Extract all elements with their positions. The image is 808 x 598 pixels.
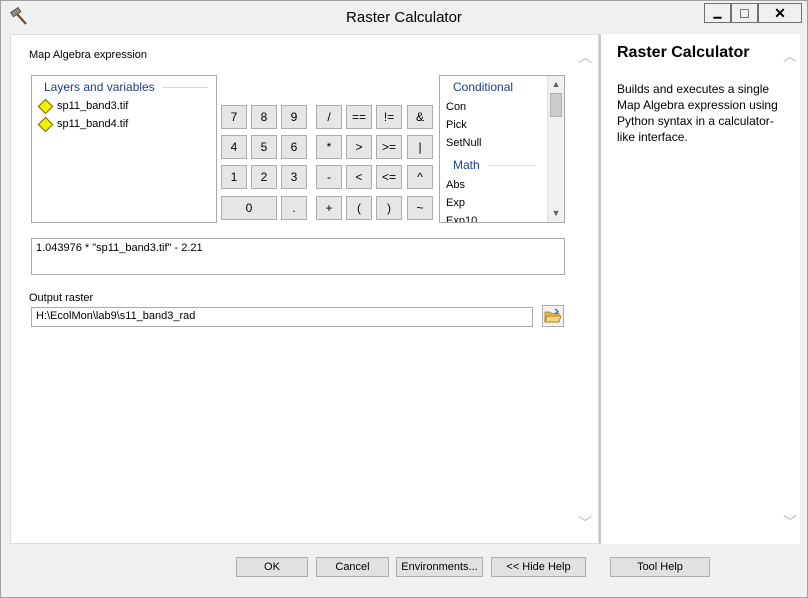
window-title: Raster Calculator xyxy=(346,9,462,26)
expression-textarea[interactable]: 1.043976 * "sp11_band3.tif" - 2.21 xyxy=(31,238,565,275)
key-2[interactable]: 2 xyxy=(251,165,277,189)
output-raster-input[interactable]: H:\EcolMon\lab9\s11_band3_rad xyxy=(31,307,533,327)
scroll-down-arrow-icon[interactable]: ▼ xyxy=(548,205,564,221)
key-not-equal[interactable]: != xyxy=(376,105,402,129)
function-exp10[interactable]: Exp10 xyxy=(446,215,477,222)
function-setnull[interactable]: SetNull xyxy=(446,137,481,149)
raster-layer-icon xyxy=(37,98,54,114)
layer-label: sp11_band3.tif xyxy=(57,100,129,112)
layers-list[interactable]: Layers and variables sp11_band3.tif sp11… xyxy=(31,75,217,223)
layer-item-band4[interactable]: sp11_band4.tif xyxy=(37,116,129,132)
functions-scrollbar[interactable]: ▲ ▼ xyxy=(547,76,564,222)
key-not[interactable]: ~ xyxy=(407,196,433,220)
key-minus[interactable]: - xyxy=(316,165,342,189)
tool-help-button[interactable]: Tool Help xyxy=(610,557,710,577)
key-xor[interactable]: ^ xyxy=(407,165,433,189)
maximize-button[interactable]: □ xyxy=(731,3,758,23)
divider xyxy=(162,87,208,88)
environments-button[interactable]: Environments... xyxy=(396,557,483,577)
key-less[interactable]: < xyxy=(346,165,372,189)
layers-header: Layers and variables xyxy=(44,80,155,94)
ok-button[interactable]: OK xyxy=(236,557,308,577)
key-4[interactable]: 4 xyxy=(221,135,247,159)
output-raster-label: Output raster xyxy=(29,292,94,304)
key-7[interactable]: 7 xyxy=(221,105,247,129)
math-header: Math xyxy=(453,158,480,172)
functions-list[interactable]: Conditional Con Pick SetNull Math Abs Ex… xyxy=(439,75,565,223)
open-folder-icon xyxy=(544,308,562,323)
key-decimal[interactable]: . xyxy=(281,196,307,220)
raster-calculator-window: Raster Calculator ▁ □ ✕ Map Algebra expr… xyxy=(0,0,808,598)
scroll-up-arrow-icon[interactable]: ▲ xyxy=(548,76,564,92)
key-9[interactable]: 9 xyxy=(281,105,307,129)
function-abs[interactable]: Abs xyxy=(446,179,465,191)
key-open-paren[interactable]: ( xyxy=(346,196,372,220)
scroll-thumb[interactable] xyxy=(550,93,562,117)
help-panel: Raster Calculator Builds and executes a … xyxy=(599,34,800,544)
help-scroll-down-icon[interactable]: ﹀ xyxy=(783,512,797,532)
cancel-button[interactable]: Cancel xyxy=(316,557,389,577)
parameters-panel[interactable]: Map Algebra expression Layers and variab… xyxy=(10,34,599,544)
key-3[interactable]: 3 xyxy=(281,165,307,189)
close-icon: ✕ xyxy=(774,4,786,21)
raster-layer-icon xyxy=(37,116,54,132)
minimize-button[interactable]: ▁ xyxy=(704,3,731,23)
conditional-header: Conditional xyxy=(453,80,514,94)
layer-item-band3[interactable]: sp11_band3.tif xyxy=(37,98,129,114)
key-and[interactable]: & xyxy=(407,105,433,129)
key-divide[interactable]: / xyxy=(316,105,342,129)
key-close-paren[interactable]: ) xyxy=(376,196,402,220)
key-0[interactable]: 0 xyxy=(221,196,277,220)
function-exp[interactable]: Exp xyxy=(446,197,465,209)
key-or[interactable]: | xyxy=(407,135,433,159)
divider xyxy=(488,165,536,166)
function-con[interactable]: Con xyxy=(446,101,466,113)
key-equal[interactable]: == xyxy=(346,105,372,129)
title-bar: Raster Calculator ▁ □ ✕ xyxy=(1,1,807,33)
layer-label: sp11_band4.tif xyxy=(57,118,129,130)
key-6[interactable]: 6 xyxy=(281,135,307,159)
function-pick[interactable]: Pick xyxy=(446,119,467,131)
help-description: Builds and executes a single Map Algebra… xyxy=(617,82,778,144)
minimize-icon: ▁ xyxy=(713,7,722,19)
expression-label: Map Algebra expression xyxy=(29,49,148,61)
key-less-equal[interactable]: <= xyxy=(376,165,402,189)
key-8[interactable]: 8 xyxy=(251,105,277,129)
collapse-up-icon[interactable]: ︿ xyxy=(578,47,592,67)
key-multiply[interactable]: * xyxy=(316,135,342,159)
key-plus[interactable]: + xyxy=(316,196,342,220)
browse-button[interactable] xyxy=(542,305,564,327)
hide-help-button[interactable]: << Hide Help xyxy=(491,557,586,577)
key-1[interactable]: 1 xyxy=(221,165,247,189)
help-title: Raster Calculator xyxy=(617,44,750,61)
maximize-icon: □ xyxy=(740,5,749,21)
collapse-down-icon[interactable]: ﹀ xyxy=(578,513,592,533)
key-greater[interactable]: > xyxy=(346,135,372,159)
help-scroll-up-icon[interactable]: ︿ xyxy=(783,46,797,66)
key-5[interactable]: 5 xyxy=(251,135,277,159)
close-button[interactable]: ✕ xyxy=(758,3,802,23)
key-greater-equal[interactable]: >= xyxy=(376,135,402,159)
